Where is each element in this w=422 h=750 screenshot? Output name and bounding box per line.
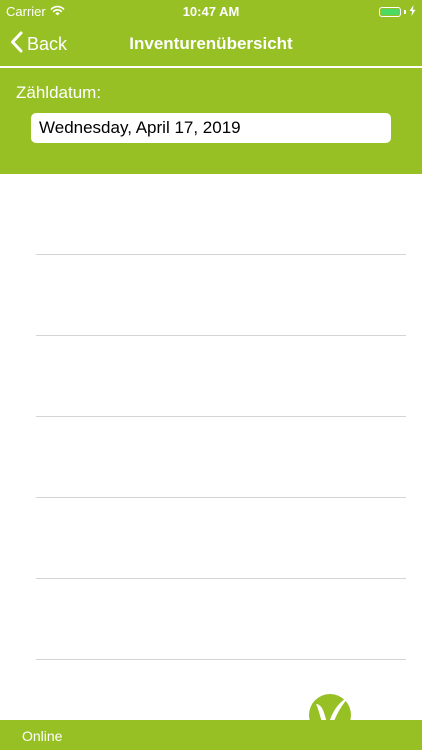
connection-status: Online bbox=[22, 728, 63, 744]
status-right bbox=[379, 4, 416, 19]
date-panel: Zähldatum: Wednesday, April 17, 2019 bbox=[0, 68, 422, 174]
count-date-label: Zähldatum: bbox=[16, 83, 102, 102]
list-item[interactable] bbox=[36, 336, 406, 417]
status-time: 10:47 AM bbox=[182, 4, 240, 19]
battery-icon bbox=[379, 6, 401, 17]
inventory-list bbox=[0, 174, 422, 660]
list-item[interactable] bbox=[36, 174, 406, 255]
app-screen: Carrier 10:47 AM Back Inventurenübersich… bbox=[0, 0, 422, 750]
footer-bar: Online bbox=[0, 720, 422, 750]
navigation-bar: Back Inventurenübersicht bbox=[0, 22, 422, 66]
list-item[interactable] bbox=[36, 255, 406, 336]
battery-level bbox=[381, 8, 399, 15]
status-bar: Carrier 10:47 AM bbox=[0, 0, 422, 22]
list-item[interactable] bbox=[36, 498, 406, 579]
charging-bolt-icon bbox=[409, 4, 416, 19]
list-item[interactable] bbox=[36, 417, 406, 498]
page-title: Inventurenübersicht bbox=[129, 34, 293, 53]
battery-nub bbox=[404, 9, 406, 14]
list-item[interactable] bbox=[36, 579, 406, 660]
count-date-field[interactable]: Wednesday, April 17, 2019 bbox=[31, 113, 391, 143]
